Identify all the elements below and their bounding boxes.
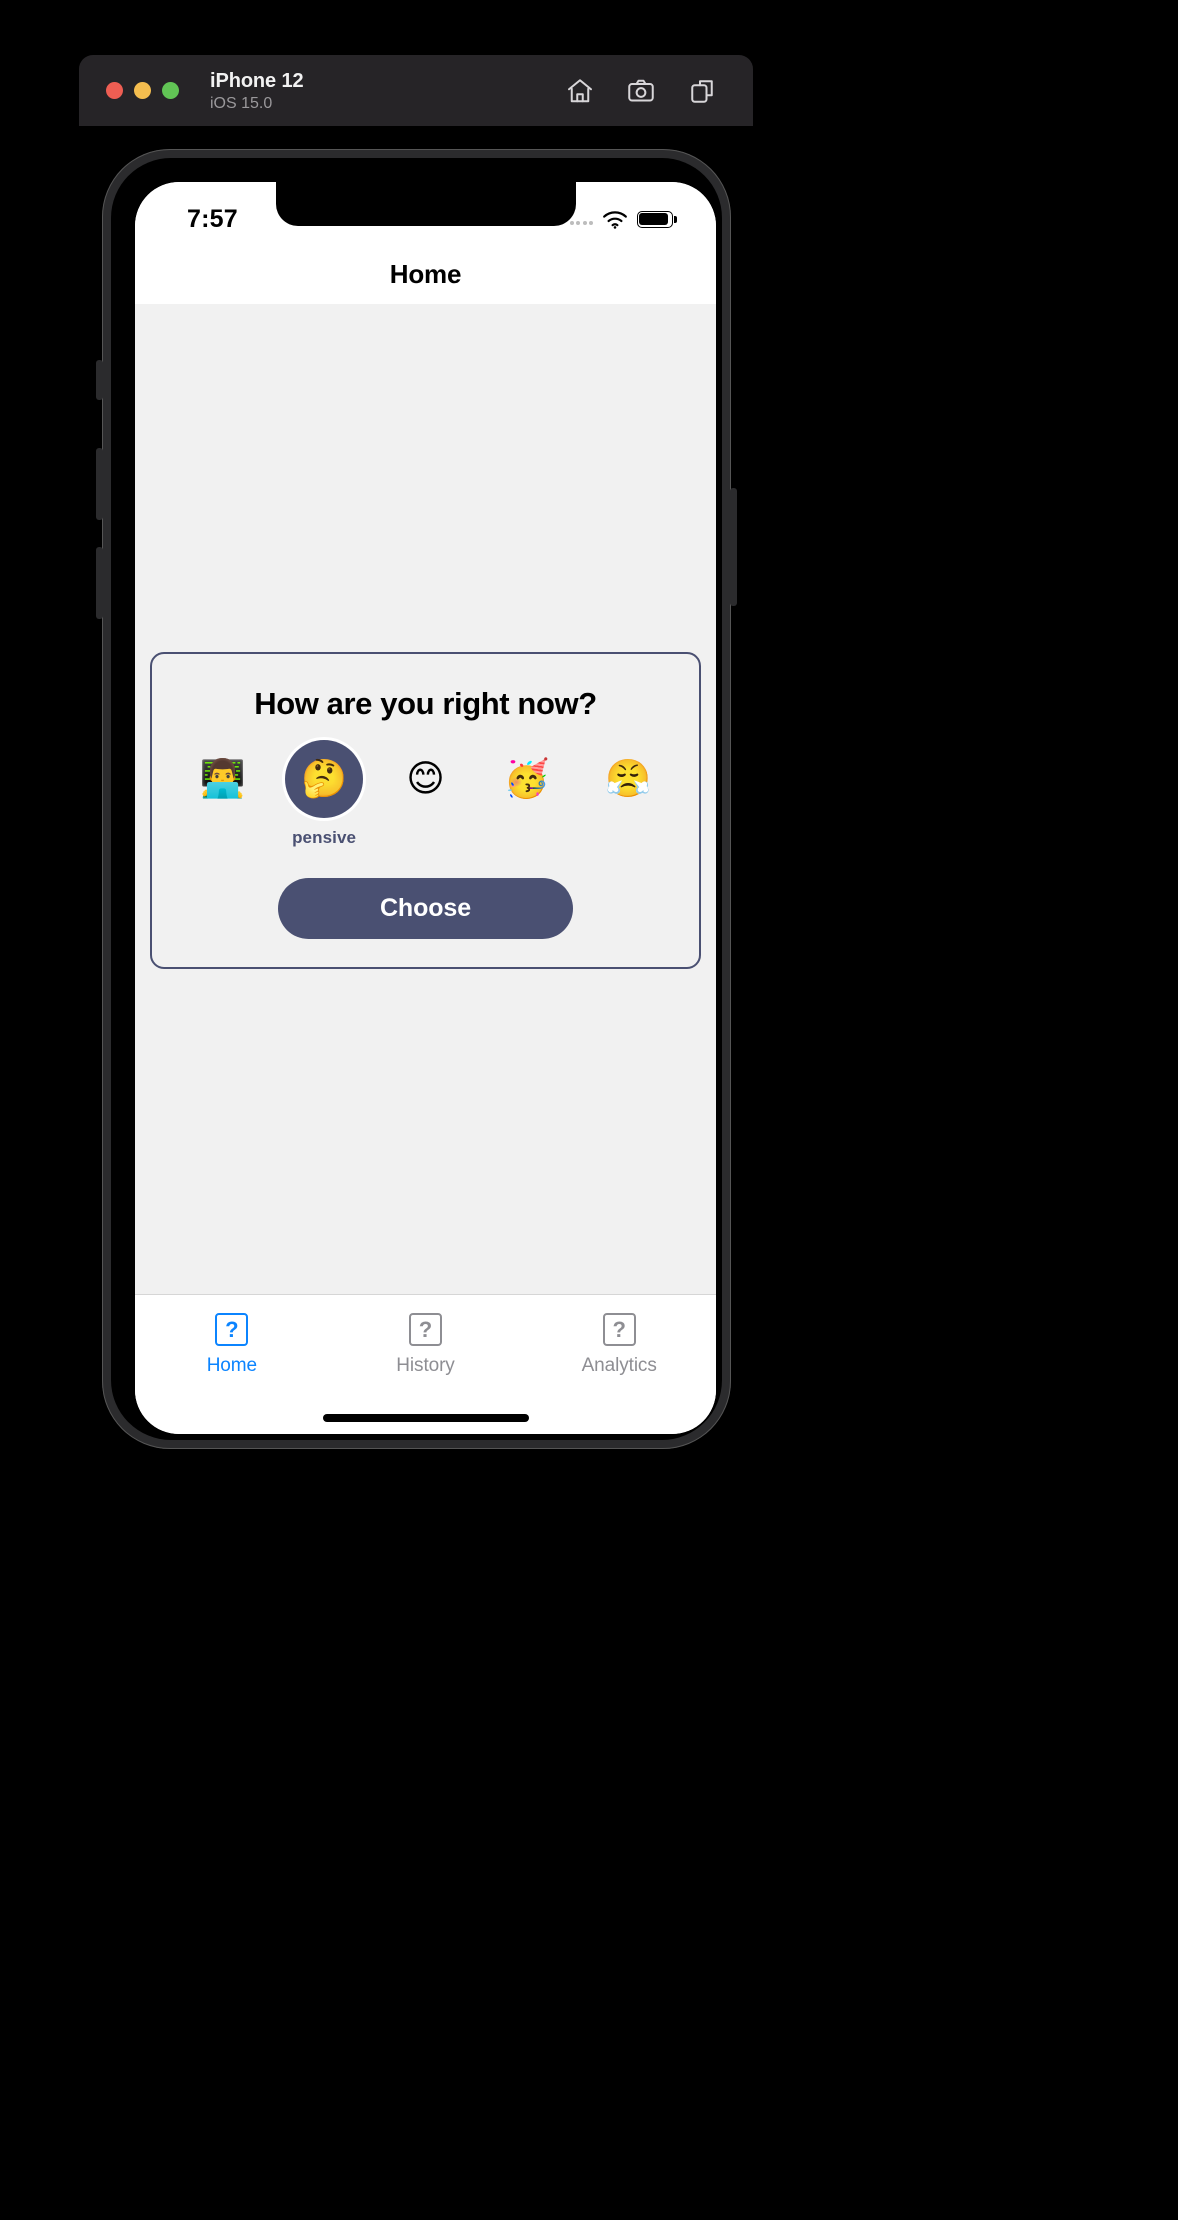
tab-history[interactable]: ? History <box>329 1313 523 1377</box>
missing-image-icon: ? <box>215 1313 249 1346</box>
status-bar-time: 7:57 <box>187 205 238 233</box>
thinking-face-emoji[interactable]: 🤔 <box>285 739 364 818</box>
partying-face-emoji[interactable]: 🥳 <box>488 740 566 818</box>
tab-analytics-label: Analytics <box>581 1355 657 1376</box>
wifi-icon <box>602 210 628 229</box>
window-title-group: iPhone 12 iOS 15.0 <box>210 69 304 113</box>
window-subtitle: iOS 15.0 <box>210 94 273 112</box>
page-title: Home <box>389 258 462 289</box>
missing-image-icon: ? <box>409 1313 442 1346</box>
screenshot-icon[interactable] <box>626 76 656 106</box>
mood-option-1-label: pensive <box>292 827 357 847</box>
main-content: How are you right now? 👨‍💻 🤔 pensive <box>135 304 716 1294</box>
power-button[interactable] <box>730 488 737 606</box>
choose-button[interactable]: Choose <box>278 877 573 939</box>
mood-option-2[interactable]: 😊 <box>375 740 476 848</box>
home-indicator[interactable] <box>322 1414 529 1422</box>
window-controls <box>106 82 179 99</box>
minimize-button[interactable] <box>134 82 151 99</box>
mood-option-4[interactable]: 😤 <box>578 740 679 848</box>
iphone-device-frame: 7:57 <box>96 149 737 1449</box>
mood-option-1[interactable]: 🤔 pensive <box>273 739 374 848</box>
tab-analytics[interactable]: ? Analytics <box>522 1313 716 1377</box>
missing-image-icon: ? <box>602 1313 636 1346</box>
status-bar-indicators <box>569 210 677 229</box>
mood-option-3[interactable]: 🥳 <box>476 740 577 848</box>
navigation-bar: Home <box>135 244 716 304</box>
tab-home-label: Home <box>206 1355 257 1376</box>
mood-question: How are you right now? <box>254 685 597 721</box>
person-at-laptop-emoji[interactable]: 👨‍💻 <box>184 740 262 818</box>
close-button[interactable] <box>106 82 123 99</box>
simulator-titlebar: iPhone 12 iOS 15.0 <box>79 55 753 126</box>
mood-option-0[interactable]: 👨‍💻 <box>172 740 273 848</box>
simulator-root: iPhone 12 iOS 15.0 7:57 Home How are you… <box>0 0 1178 2220</box>
tab-history-label: History <box>396 1355 455 1376</box>
device-bezel: 7:57 <box>111 158 722 1440</box>
window-title: iPhone 12 <box>210 69 304 92</box>
face-with-steam-emoji[interactable]: 😤 <box>589 740 667 818</box>
tab-home[interactable]: ? Home <box>135 1313 329 1377</box>
rotate-icon[interactable] <box>687 76 717 106</box>
home-icon[interactable] <box>565 76 595 106</box>
simulator-toolbar <box>565 76 717 106</box>
device-screen: 7:57 <box>135 182 716 1434</box>
silent-switch[interactable] <box>96 360 103 400</box>
signal-dots-icon <box>569 214 593 225</box>
volume-up-button[interactable] <box>96 448 103 520</box>
smiling-face-emoji[interactable]: 😊 <box>387 740 465 818</box>
volume-down-button[interactable] <box>96 547 103 619</box>
mood-picker-card: How are you right now? 👨‍💻 🤔 pensive <box>150 651 701 969</box>
battery-full-icon <box>637 210 677 228</box>
notch <box>275 182 576 226</box>
zoom-button[interactable] <box>162 82 179 99</box>
tab-bar: ? Home ? History ? Analytics <box>135 1294 716 1434</box>
mood-emoji-row: 👨‍💻 🤔 pensive 😊 <box>172 739 679 848</box>
